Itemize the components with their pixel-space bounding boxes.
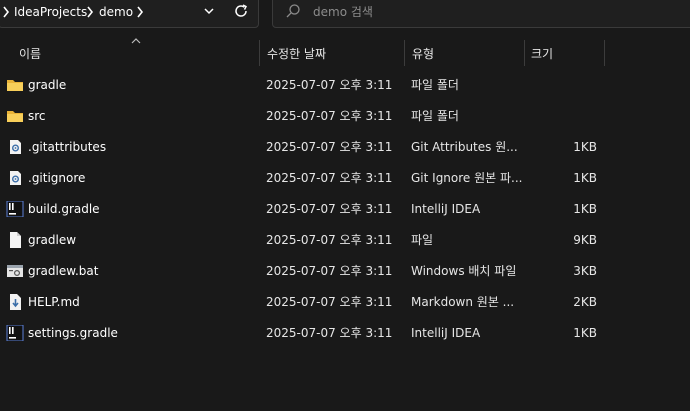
breadcrumb-ideaprojects[interactable]: IdeaProjects (14, 3, 87, 21)
table-row[interactable]: settings.gradle 2025-07-07 오후 3:11 Intel… (0, 318, 690, 349)
intellij-file-icon (6, 325, 24, 341)
file-name: build.gradle (28, 202, 100, 216)
file-size: 2KB (573, 295, 597, 309)
refresh-icon[interactable] (232, 2, 250, 20)
table-row[interactable]: src 2025-07-07 오후 3:11 파일 폴더 (0, 101, 690, 132)
file-name: gradle (28, 78, 67, 92)
column-date[interactable]: 수정한 날짜 (267, 46, 326, 62)
search-icon (286, 4, 300, 18)
column-divider[interactable] (524, 40, 525, 66)
column-header: 이름 수정한 날짜 유형 크기 (0, 38, 690, 68)
file-type: 파일 (411, 233, 434, 247)
table-row[interactable]: build.gradle 2025-07-07 오후 3:11 IntelliJ… (0, 194, 690, 225)
table-row[interactable]: gradlew 2025-07-07 오후 3:11 파일 9KB (0, 225, 690, 256)
file-name: gradlew.bat (28, 264, 99, 278)
file-size: 1KB (573, 140, 597, 154)
chevron-down-icon[interactable] (203, 6, 215, 16)
file-date: 2025-07-07 오후 3:11 (266, 140, 393, 154)
file-type: 파일 폴더 (411, 78, 459, 92)
top-bar: IdeaProjects demo demo 검색 (0, 0, 690, 30)
table-row[interactable]: .gitignore 2025-07-07 오후 3:11 Git Ignore… (0, 163, 690, 194)
blank-file-icon (10, 232, 21, 248)
folder-icon (7, 111, 23, 122)
file-date: 2025-07-07 오후 3:11 (266, 326, 393, 340)
column-divider[interactable] (259, 40, 260, 66)
config-file-icon (10, 171, 21, 185)
table-row[interactable]: .gitattributes 2025-07-07 오후 3:11 Git At… (0, 132, 690, 163)
file-name: gradlew (28, 233, 77, 247)
chevron-right-icon (87, 6, 94, 18)
file-date: 2025-07-07 오후 3:11 (266, 264, 393, 278)
column-size[interactable]: 크기 (531, 46, 553, 62)
file-date: 2025-07-07 오후 3:11 (266, 202, 393, 216)
table-row[interactable]: HELP.md 2025-07-07 오후 3:11 Markdown 원본 .… (0, 287, 690, 318)
batch-file-icon (7, 265, 23, 277)
file-date: 2025-07-07 오후 3:11 (266, 171, 393, 185)
intellij-file-icon (6, 201, 24, 217)
file-type: IntelliJ IDEA (411, 326, 481, 340)
column-name[interactable]: 이름 (19, 46, 41, 62)
file-name: settings.gradle (28, 326, 118, 340)
markdown-file-icon (10, 294, 21, 310)
column-type[interactable]: 유형 (412, 46, 434, 62)
file-type: Git Attributes 원... (411, 140, 518, 154)
file-type: Git Ignore 원본 파... (411, 171, 523, 185)
column-divider[interactable] (604, 40, 605, 66)
file-size: 1KB (573, 326, 597, 340)
file-date: 2025-07-07 오후 3:11 (266, 233, 393, 247)
file-date: 2025-07-07 오후 3:11 (266, 78, 393, 92)
file-name: src (28, 109, 46, 123)
chevron-right-icon (3, 6, 10, 18)
column-divider[interactable] (404, 40, 405, 66)
table-row[interactable]: gradle 2025-07-07 오후 3:11 파일 폴더 (0, 70, 690, 101)
file-size: 1KB (573, 171, 597, 185)
chevron-right-icon[interactable] (135, 5, 145, 19)
table-row[interactable]: gradlew.bat 2025-07-07 오후 3:11 Windows 배… (0, 256, 690, 287)
file-name: HELP.md (28, 295, 80, 309)
sort-ascending-icon (131, 38, 141, 44)
search-input[interactable]: demo 검색 (313, 3, 373, 21)
breadcrumb-demo[interactable]: demo (99, 3, 133, 21)
file-size: 3KB (573, 264, 597, 278)
file-name: .gitignore (28, 171, 86, 185)
config-file-icon (10, 140, 21, 154)
file-type: Markdown 원본 ... (411, 295, 515, 309)
file-type: IntelliJ IDEA (411, 202, 481, 216)
file-type: Windows 배치 파일 (411, 264, 517, 278)
file-size: 9KB (573, 233, 597, 247)
file-date: 2025-07-07 오후 3:11 (266, 295, 393, 309)
folder-icon (7, 80, 23, 91)
file-type: 파일 폴더 (411, 109, 459, 123)
file-date: 2025-07-07 오후 3:11 (266, 109, 393, 123)
file-size: 1KB (573, 202, 597, 216)
file-name: .gitattributes (28, 140, 107, 154)
